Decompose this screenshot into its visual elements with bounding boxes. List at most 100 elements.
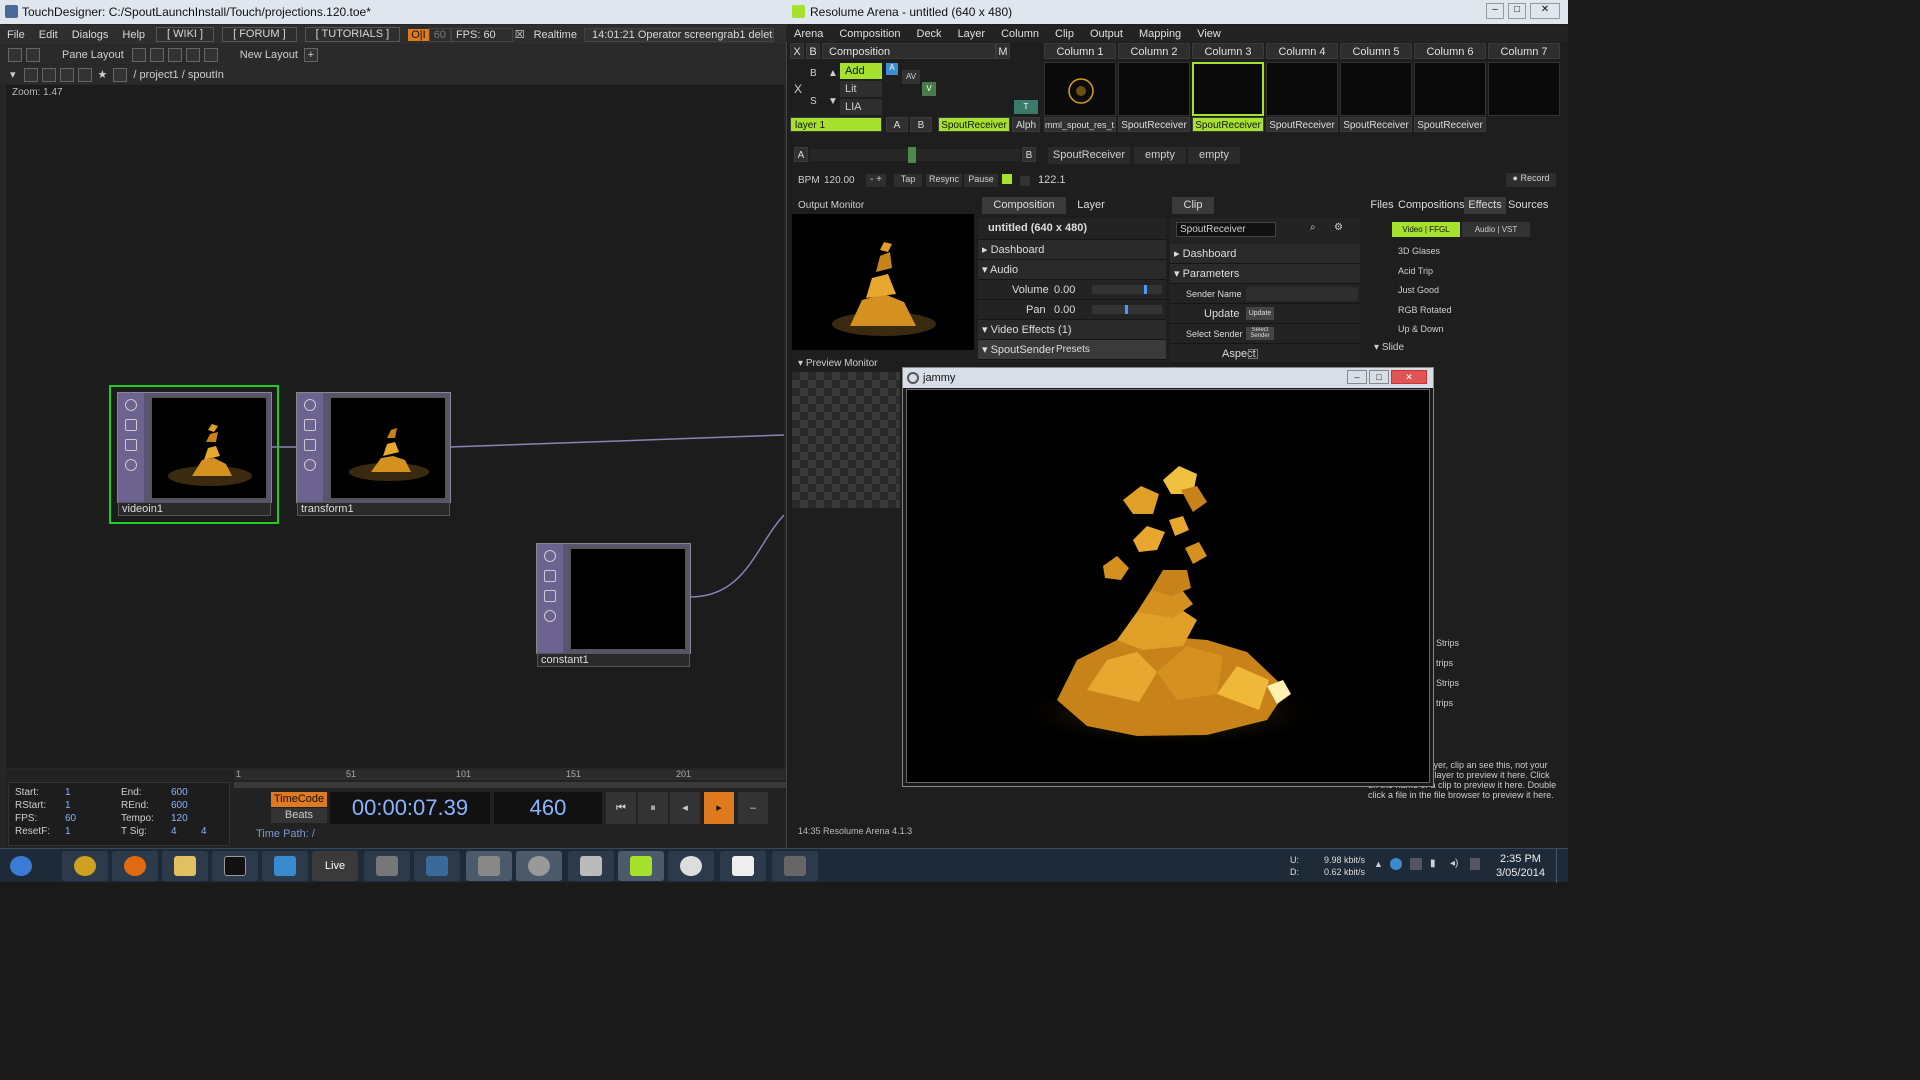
step-back-button[interactable]: ◂ (670, 792, 700, 824)
column-2-header[interactable]: Column 2 (1118, 43, 1190, 59)
tray-volume-icon[interactable]: ◂) (1450, 858, 1458, 869)
deck-clip-1[interactable]: SpoutReceiver (1048, 147, 1130, 164)
effect-item[interactable]: Strips (1436, 678, 1459, 688)
taskbar-p-app[interactable] (720, 851, 766, 881)
clip-slot-2-thumbnail[interactable] (1118, 62, 1190, 116)
column-5-header[interactable]: Column 5 (1340, 43, 1412, 59)
dashboard-row[interactable]: ▸ Dashboard (978, 240, 1166, 260)
timeline-track[interactable] (234, 782, 786, 788)
clip-slot-1-thumbnail[interactable] (1044, 62, 1116, 116)
menu-file[interactable]: File (0, 29, 32, 41)
effect-item[interactable]: Acid Trip (1398, 266, 1433, 276)
menu-view[interactable]: View (1189, 28, 1229, 40)
lock-icon[interactable] (544, 610, 556, 622)
clock-time[interactable]: 2:35 PM (1500, 853, 1541, 865)
oi-toggle[interactable]: O|I (408, 28, 429, 41)
timecode-button[interactable]: TimeCode (271, 792, 327, 807)
clear-all-button[interactable]: X (790, 43, 804, 59)
viewer-icon[interactable] (125, 399, 137, 411)
clip-slot-2-label[interactable]: SpoutReceiver (1118, 117, 1190, 132)
taskbar-explorer[interactable] (162, 851, 208, 881)
presets-dropdown[interactable]: Presets (1056, 340, 1090, 360)
chevron-down-icon[interactable]: ▾ (10, 68, 16, 81)
slide-category[interactable]: ▾ Slide (1374, 342, 1404, 353)
taskbar-resolume[interactable] (618, 851, 664, 881)
network-icon[interactable] (26, 47, 40, 62)
taskbar-opengl[interactable] (668, 851, 714, 881)
tap-button[interactable]: Tap (894, 174, 922, 187)
update-button[interactable]: Update (1246, 307, 1274, 320)
tray-chevron-icon[interactable]: ▲ (1374, 859, 1383, 869)
cook-icon[interactable] (304, 439, 316, 451)
realtime-checkbox[interactable]: ☒ (513, 28, 527, 41)
clip-slot-3-label[interactable]: SpoutReceiver (1192, 117, 1264, 132)
layout-1-button[interactable] (131, 47, 146, 62)
menu-edit[interactable]: Edit (32, 29, 65, 41)
aspect-checkbox[interactable] (1248, 349, 1258, 359)
spout-sender-row[interactable]: ▾ SpoutSender Presets (978, 340, 1166, 360)
select-sender-button[interactable]: Select Sender (1246, 327, 1274, 340)
taskbar-jammy[interactable] (516, 851, 562, 881)
wiki-link[interactable]: [ WIKI ] (156, 27, 215, 42)
cook-icon[interactable] (544, 590, 556, 602)
clock-date[interactable]: 3/05/2014 (1496, 867, 1545, 879)
menu-deck[interactable]: Deck (909, 28, 950, 40)
back-icon[interactable] (41, 67, 56, 82)
constant-label[interactable]: constant1 (537, 653, 690, 667)
end-value[interactable]: 600 (171, 787, 188, 798)
rend-value[interactable]: 600 (171, 800, 188, 811)
bpm-value[interactable]: 120.00 (824, 175, 855, 186)
column-3-header[interactable]: Column 3 (1192, 43, 1264, 59)
clip-slot-3-thumbnail[interactable] (1192, 62, 1264, 116)
column-4-header[interactable]: Column 4 (1266, 43, 1338, 59)
touchdesigner-title-bar[interactable]: TouchDesigner: C:/SpoutLaunchInstall/Tou… (0, 0, 786, 24)
menu-mapping[interactable]: Mapping (1131, 28, 1189, 40)
jammy-maximize-button[interactable]: □ (1369, 370, 1389, 384)
pause-bpm-button[interactable]: Pause (964, 174, 998, 187)
tsig-b-value[interactable]: 4 (201, 826, 207, 837)
video-effects-row[interactable]: ▾ Video Effects (1) (978, 320, 1166, 340)
effect-item[interactable]: trips (1436, 658, 1453, 668)
clip-slot-6-thumbnail[interactable] (1414, 62, 1486, 116)
beats-button[interactable]: Beats (271, 808, 327, 823)
rewind-button[interactable]: ⏮ (606, 792, 636, 824)
videoin-label[interactable]: videoin1 (118, 502, 271, 516)
viewer-icon[interactable] (304, 399, 316, 411)
layer-clear-button[interactable]: X (794, 82, 802, 96)
pan-handle[interactable] (1125, 305, 1128, 314)
timeline-ruler[interactable]: 1 51 101 151 201 (234, 769, 786, 780)
resync-button[interactable]: Resync (926, 174, 962, 187)
taskbar-chrome[interactable] (62, 851, 108, 881)
clip-slot-5-label[interactable]: SpoutReceiver (1340, 117, 1412, 132)
jammy-window[interactable]: jammy – □ ✕ (902, 367, 1434, 787)
blend-lit-option[interactable]: Lit (840, 81, 882, 97)
audio-vst-tab[interactable]: Audio | VST (1462, 222, 1530, 237)
tray-battery-icon[interactable] (1470, 858, 1480, 870)
forum-link[interactable]: [ FORUM ] (222, 27, 297, 42)
effect-item[interactable]: Strips (1436, 638, 1459, 648)
menu-clip[interactable]: Clip (1047, 28, 1082, 40)
menu-composition[interactable]: Composition (831, 28, 908, 40)
step-forward-button[interactable]: – (738, 792, 768, 824)
clip-slot-4-thumbnail[interactable] (1266, 62, 1338, 116)
clip-slot-1-label[interactable]: mml_spout_res_t... (1044, 117, 1116, 132)
close-button[interactable]: ✕ (1530, 3, 1560, 19)
resolume-title-bar[interactable]: Resolume Arena - untitled (640 x 480) – … (786, 0, 1568, 24)
play-button[interactable]: ▸ (704, 792, 734, 824)
forward-icon[interactable] (59, 67, 74, 82)
network-editor[interactable]: Zoom: 1.47 videoin1 transform1 constant1 (6, 85, 784, 768)
tray-signal-icon[interactable]: ▮ (1430, 858, 1436, 869)
layout-2-button[interactable] (149, 47, 164, 62)
active-clip-label[interactable]: SpoutReceiver (938, 117, 1010, 132)
transform-label[interactable]: transform1 (297, 502, 450, 516)
add-layout-button[interactable]: + (303, 47, 318, 62)
bpm-minus-button[interactable]: - + (866, 174, 886, 187)
tutorials-link[interactable]: [ TUTORIALS ] (304, 27, 401, 42)
jammy-title-bar[interactable]: jammy – □ ✕ (903, 368, 1433, 388)
master-button[interactable]: M (996, 43, 1010, 59)
output-monitor[interactable] (792, 214, 974, 350)
pan-slider[interactable] (1092, 305, 1162, 314)
alpha-label[interactable]: Alph (1012, 117, 1040, 132)
menu-column[interactable]: Column (993, 28, 1047, 40)
layer-v-toggle[interactable]: V (922, 82, 936, 96)
